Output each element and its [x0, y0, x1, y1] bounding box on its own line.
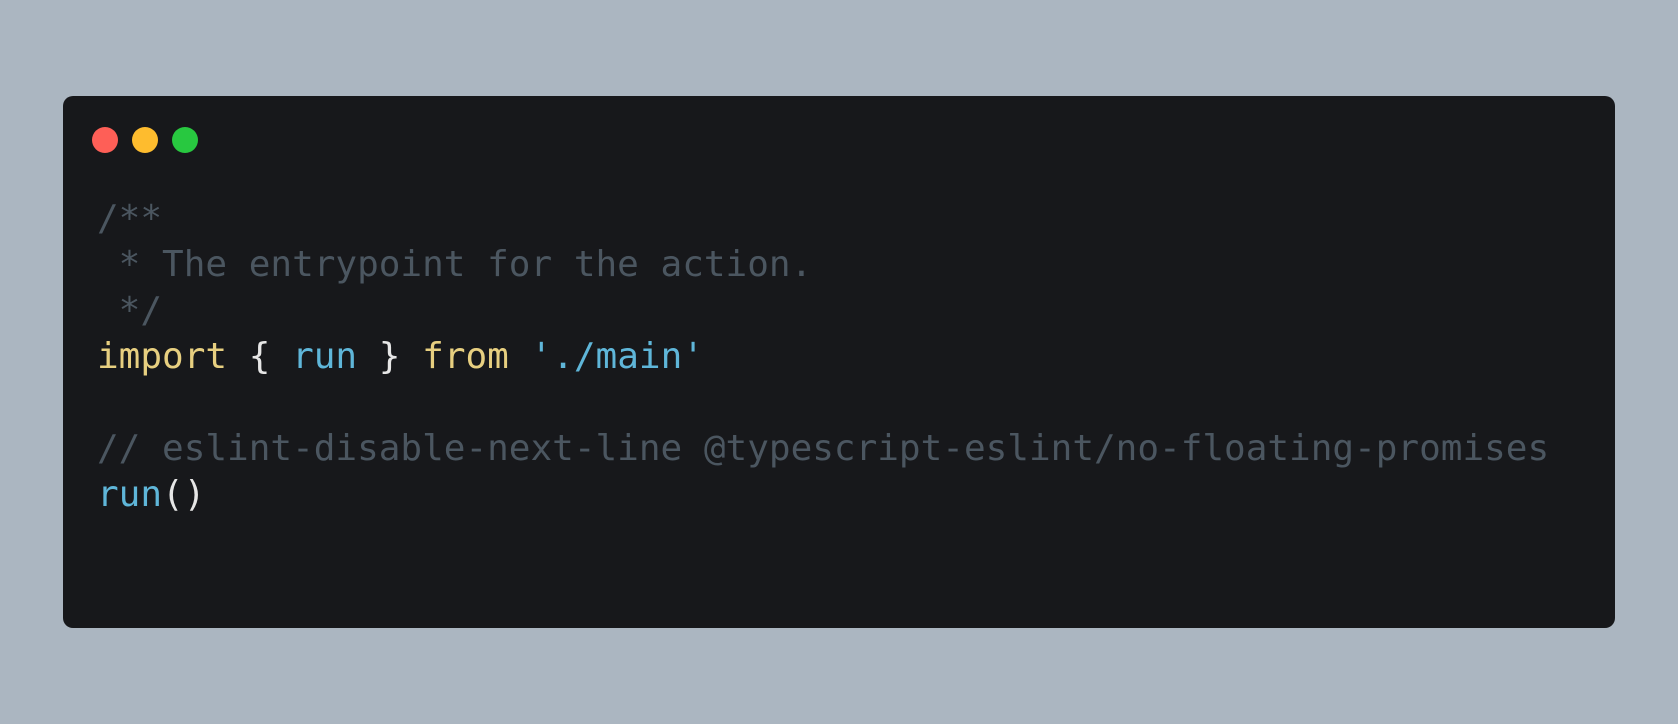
- doc-comment-close: */: [97, 290, 163, 331]
- from-keyword: from: [422, 336, 509, 377]
- run-call-line: run(): [97, 472, 1549, 518]
- window-controls: [92, 127, 198, 153]
- eslint-comment: // eslint-disable-next-line @typescript-…: [97, 428, 1550, 469]
- run-call: run: [97, 474, 163, 515]
- doc-comment-open: /**: [97, 198, 163, 239]
- doc-comment-text: * The entrypoint for the action.: [97, 244, 813, 285]
- module-path-string: './main': [530, 336, 704, 377]
- run-identifier: run: [292, 336, 358, 377]
- close-icon[interactable]: [92, 127, 118, 153]
- maximize-icon[interactable]: [172, 127, 198, 153]
- brace-close: }: [357, 336, 423, 377]
- minimize-icon[interactable]: [132, 127, 158, 153]
- code-window: /** * The entrypoint for the action. */i…: [63, 96, 1615, 628]
- code-block: /** * The entrypoint for the action. */i…: [97, 196, 1549, 518]
- call-parens: (): [162, 474, 206, 515]
- import-statement: import { run } from './main': [97, 334, 1549, 380]
- brace-open: {: [227, 336, 293, 377]
- import-keyword: import: [97, 336, 228, 377]
